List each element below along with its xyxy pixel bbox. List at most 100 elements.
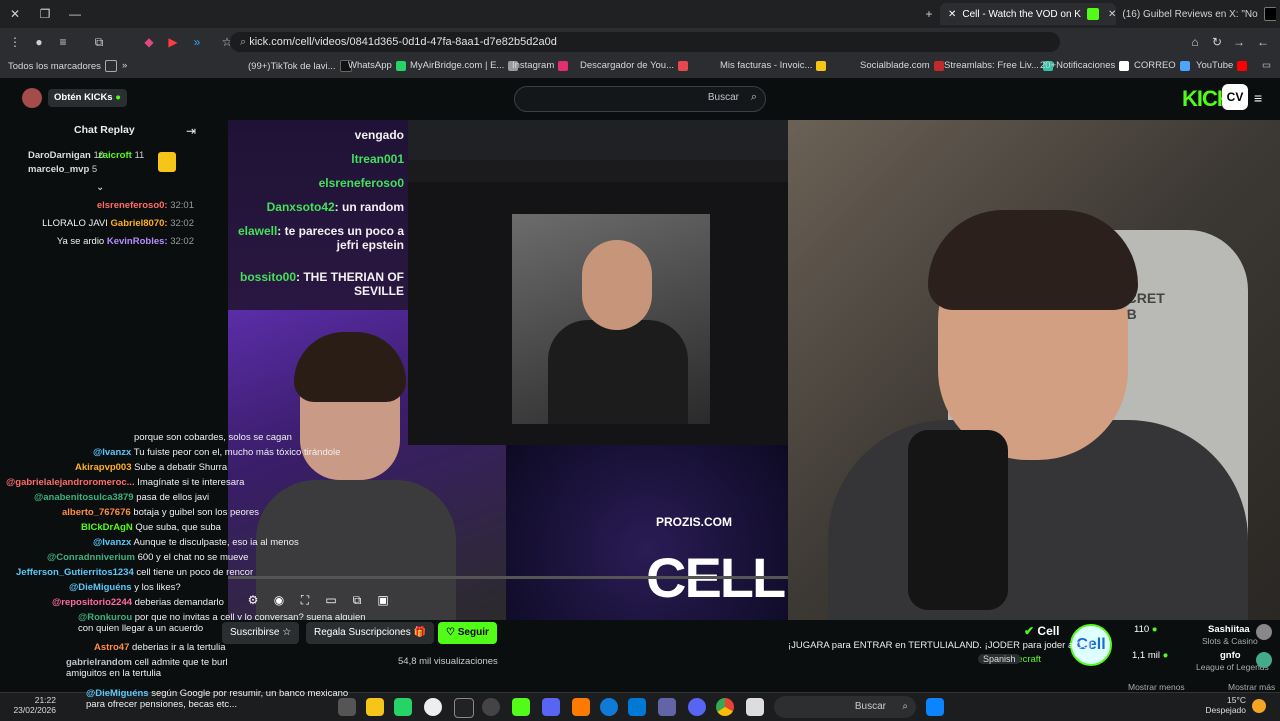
bookmark-youtube[interactable]: YouTube	[1196, 60, 1248, 71]
chevron-down-icon[interactable]: ⌄	[96, 182, 104, 193]
close-window-icon[interactable]: ✕	[4, 5, 26, 23]
chevron-more-icon[interactable]: »	[122, 60, 127, 71]
show-less-link[interactable]: Mostrar menos	[1128, 682, 1185, 692]
search-input[interactable]: Buscar ⌕	[514, 86, 766, 112]
chat-message: @Ivanzx Tu fuiste peor con el, mucho más…	[93, 447, 341, 458]
search-icon: ⌕	[750, 91, 757, 103]
clock[interactable]: 21:22 23/02/2026	[10, 695, 56, 715]
main-webcam: SECRET LAB	[788, 120, 1280, 620]
windows-start-icon[interactable]	[926, 698, 944, 716]
chat-message: elsreneferoso0: 32:01	[96, 200, 194, 211]
tab-guibel-x[interactable]: ✕ (16) Guibel Reviews en X: "No	[1100, 3, 1276, 25]
search-placeholder: Buscar	[707, 92, 739, 103]
new-tab-icon[interactable]: +	[918, 5, 940, 23]
bookmark-streamlabs[interactable]: Streamlabs: Free Liv...	[944, 60, 1053, 71]
chat-message: @anabenitosulca3879 pasa de ellos javi	[34, 492, 210, 503]
bookmark-all[interactable]: Todos los marcadores	[8, 60, 117, 72]
x-favicon-icon	[1263, 7, 1276, 21]
app-icon[interactable]	[542, 698, 560, 716]
back-icon[interactable]: ←	[1254, 33, 1272, 51]
gift-subs-button[interactable]: Regala Suscripciones 🎁	[306, 622, 434, 644]
forward-icon[interactable]: →	[1230, 33, 1248, 51]
discord-icon[interactable]	[688, 698, 706, 716]
kick-app-icon[interactable]	[512, 698, 530, 716]
recommended-avatar[interactable]	[1256, 652, 1272, 668]
stream-overlay-chat: vengado ltrean001 elsreneferoso0 Danxsot…	[228, 120, 410, 310]
chat-message: BICkDrAgN Que suba, que suba	[81, 522, 221, 533]
taskbar-search[interactable]: Buscar ⌕	[774, 696, 916, 718]
folder-icon[interactable]: ▭	[1262, 60, 1271, 71]
chat-message: Jefferson_Gutierritos1234 cell tiene un …	[16, 567, 254, 578]
profile-avatar-icon[interactable]: ●	[30, 33, 48, 51]
get-kicks-button[interactable]: Obtén KICKs ●	[48, 89, 127, 107]
weather-widget[interactable]: 15°C Despejado	[1196, 695, 1246, 715]
chat-message: @Conradnniverium 600 y el chat no se mue…	[47, 552, 249, 563]
bookmark-instagram[interactable]: Instagram	[512, 60, 569, 71]
edge-icon[interactable]	[600, 698, 618, 716]
extension-icon[interactable]: ▶	[164, 33, 182, 51]
browser-tab-bar: ✕ ❐ — + ✕ Cell - Watch the VOD on K ✕ (1…	[0, 0, 1280, 28]
chat-message: @DieMiguéns y los likes?	[69, 582, 181, 593]
bookmark-socialblade[interactable]: Socialblade.com	[860, 60, 944, 71]
leader-2: DaroDarnigan 10	[28, 150, 105, 161]
menu-dots-icon[interactable]: ⋮	[6, 33, 24, 51]
reload-icon[interactable]: ↻	[1208, 33, 1226, 51]
bookmarks-bar: Todos los marcadores » (99+)TikTok de la…	[0, 56, 1280, 79]
extension-icon[interactable]: »	[188, 33, 206, 51]
recommended-channel-1[interactable]: Sashiitaa	[1208, 624, 1258, 635]
file-explorer-icon[interactable]	[366, 698, 384, 716]
bookmark-descargador[interactable]: Descargador de You...	[580, 60, 689, 71]
home-icon[interactable]: ⌂	[1186, 33, 1204, 51]
view-count: 54,8 mil visualizaciones	[398, 656, 498, 667]
chat-title: Chat Replay	[74, 124, 135, 136]
bookmark-facturas[interactable]: Mis facturas - Invoic...	[720, 60, 827, 71]
subscribe-button[interactable]: Suscribirse ☆	[222, 622, 300, 644]
follow-button[interactable]: ♡ Seguir	[438, 622, 497, 644]
chat-message: @Ivanzx Aunque te disculpaste, eso ia al…	[93, 537, 299, 548]
language-tag[interactable]: Spanish	[978, 654, 1021, 664]
app-icon[interactable]	[572, 698, 590, 716]
mail-icon[interactable]	[628, 698, 646, 716]
chrome-icon[interactable]	[716, 698, 734, 716]
chat-message: LLORALO JAVI Gabriel8070: 32:02	[42, 218, 194, 229]
extension-icon[interactable]: ◆	[140, 33, 158, 51]
bookmark-myairbridge[interactable]: MyAirBridge.com | E...	[410, 60, 519, 71]
channel-avatar-icon[interactable]: CV	[1222, 84, 1248, 110]
github-icon[interactable]	[454, 698, 474, 718]
address-bar[interactable]: ⌕ kick.com/cell/videos/0841d365-0d1d-47f…	[230, 32, 1060, 52]
recommended-channel-2[interactable]: gnfo	[1220, 650, 1241, 661]
tab-cell-vod[interactable]: ✕ Cell - Watch the VOD on K	[940, 3, 1116, 25]
minimize-window-icon[interactable]: —	[64, 5, 86, 23]
task-view-icon[interactable]	[746, 698, 764, 716]
stream-title: ¡JUGARA para ENTRAR en TERTULIALAND. ¡JO…	[788, 640, 1093, 651]
overlay-chat-line: elawell: te pareces un poco a jefri epst…	[237, 224, 404, 252]
bookmark-tiktok[interactable]: (99+)TikTok de lavi...	[248, 60, 352, 72]
collapse-chat-icon[interactable]: ⇥	[186, 124, 196, 138]
chat-message: @DieMiguéns según Google por resumir, un…	[86, 688, 349, 710]
hamburger-menu-icon[interactable]: ≡	[1254, 90, 1262, 106]
app-icon[interactable]	[482, 698, 500, 716]
tab-label: (16) Guibel Reviews en X: "No	[1122, 8, 1258, 20]
user-avatar[interactable]	[22, 88, 42, 108]
bookmark-correo[interactable]: CORREO	[1134, 60, 1190, 71]
recommended-category: Slots & Casino	[1202, 636, 1258, 646]
screen-share	[408, 120, 788, 445]
recommended-avatar[interactable]	[1256, 624, 1272, 640]
tab-close-icon[interactable]: ✕	[1108, 9, 1116, 20]
bookmark-notificaciones[interactable]: 20+Notificaciones	[1040, 60, 1130, 71]
overlay-chat-line: ltrean001	[351, 152, 404, 166]
chat-message: Akirapvp003 Sube a debatir Shurra	[75, 462, 228, 473]
tab-close-icon[interactable]: ✕	[948, 9, 956, 20]
reading-list-icon[interactable]: ≡	[54, 33, 72, 51]
chat-message: Ya se ardio KevinRobles: 32:02	[56, 236, 194, 247]
whatsapp-icon[interactable]	[394, 698, 412, 716]
obs-icon[interactable]	[424, 698, 442, 716]
show-more-link[interactable]: Mostrar más	[1228, 682, 1275, 692]
streamer-name[interactable]: ✔ Cell	[1024, 624, 1059, 638]
extensions-icon[interactable]: ⧉	[90, 33, 108, 51]
leader-1: zaicroft 11	[98, 150, 145, 161]
teams-icon[interactable]	[658, 698, 676, 716]
chat-message: @gabrielalejandroromeroc... Imagínate si…	[6, 477, 245, 488]
maximize-window-icon[interactable]: ❐	[34, 5, 56, 23]
bookmark-whatsapp[interactable]: WhatsApp	[348, 60, 406, 71]
